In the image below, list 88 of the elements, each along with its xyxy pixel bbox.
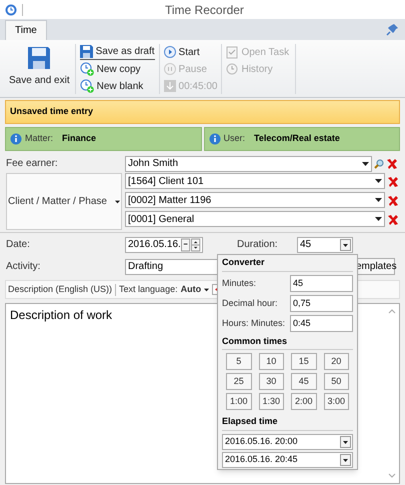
input-field[interactable]: 0,75 — [290, 295, 353, 312]
client-matter-phase-button[interactable]: Client / Matter / Phase — [6, 173, 122, 230]
field-label: Duration: — [237, 238, 279, 252]
info-icon — [10, 133, 22, 145]
field-label: Text language: — [119, 282, 178, 296]
caret-icon — [340, 454, 351, 466]
delete-icon — [387, 194, 398, 206]
field-label: Date: — [5, 238, 31, 252]
dropdown-field[interactable]: [1564] Client 101 — [125, 173, 385, 189]
dropdown-field[interactable]: [0001] General — [125, 211, 385, 227]
field-label: Activity: — [5, 260, 42, 274]
caret-icon — [114, 200, 120, 204]
time-button[interactable]: 45 — [291, 373, 316, 390]
ribbon-button[interactable]: Save and exit — [8, 44, 71, 88]
field-label: Fee earner: — [5, 157, 59, 171]
field-label: Hours: Minutes: — [222, 316, 286, 330]
ribbon-tab[interactable]: Time — [5, 20, 47, 40]
datetime-dropdown[interactable]: 2016.05.16. 20:00 — [222, 434, 353, 450]
caret-icon — [375, 198, 382, 202]
history-icon — [226, 63, 238, 75]
field-value: 0:45 — [293, 316, 311, 330]
ribbon-button[interactable]: Start — [164, 44, 218, 60]
duration-field[interactable]: 45 — [297, 236, 353, 252]
time-button[interactable]: 50 — [324, 373, 349, 390]
section-title: Common times — [222, 334, 353, 350]
floppy-icon — [80, 45, 93, 58]
pin-icon — [386, 23, 399, 36]
info-value: Telecom/Real estate — [254, 132, 340, 146]
input-field[interactable]: 0:45 — [290, 315, 353, 332]
datetime-dropdown[interactable]: 2016.05.16. 20:45 — [222, 452, 353, 468]
field-value: 45 — [293, 276, 304, 290]
time-button[interactable]: 2:00 — [291, 393, 316, 410]
dropdown-field[interactable]: [0002] Matter 1196 — [125, 192, 385, 208]
info-value: Finance — [62, 132, 96, 146]
time-button[interactable]: 30 — [258, 373, 284, 390]
field-value: John Smith — [128, 157, 178, 171]
clock-icon — [5, 4, 17, 16]
field-value: 2016.05.16. 20:00 — [225, 434, 298, 448]
caret-icon — [340, 238, 351, 250]
delete-icon — [386, 158, 397, 169]
play-icon — [164, 46, 176, 58]
caret-icon — [204, 288, 210, 292]
search-icon — [374, 158, 384, 168]
clock-plus-icon — [80, 62, 94, 76]
time-button[interactable]: 15 — [291, 353, 316, 370]
time-button[interactable]: 1:30 — [258, 393, 284, 410]
field-value: 45 — [300, 238, 312, 252]
ribbon-button[interactable]: New blank — [80, 78, 155, 94]
section-title: Elapsed time — [222, 415, 353, 430]
time-button[interactable]: 5 — [226, 353, 252, 370]
ribbon-button[interactable]: New copy — [80, 61, 155, 77]
field-value: [0001] General — [128, 212, 194, 226]
field-value: 2016.05.16. 20:45 — [225, 452, 298, 466]
delete-icon — [387, 214, 398, 224]
time-button[interactable]: 10 — [258, 353, 284, 370]
checklist-icon — [226, 46, 238, 58]
caret-icon — [340, 436, 351, 448]
language-dropdown[interactable]: Auto — [180, 282, 210, 296]
input-field[interactable]: 45 — [290, 275, 353, 292]
window-title: Time Recorder — [165, 2, 244, 18]
clock-plus-icon — [80, 79, 94, 93]
time-button[interactable]: 20 — [324, 353, 349, 370]
field-label: Minutes: — [222, 276, 258, 290]
field-value: 2016.05.16. — [128, 238, 181, 252]
dropdown-field[interactable]: John Smith — [125, 156, 372, 172]
time-button[interactable]: 1:00 — [226, 393, 252, 410]
description-title: Description (English (US)) — [8, 282, 112, 296]
field-value: Description of work — [10, 307, 112, 324]
field-value: [1564] Client 101 — [128, 174, 204, 188]
field-value: [0002] Matter 1196 — [128, 194, 212, 208]
dropdown-spinner-icon — [180, 238, 201, 252]
ribbon-button[interactable]: Save as draft — [80, 44, 155, 60]
field-value: Drafting — [128, 260, 164, 274]
caret-icon — [362, 162, 369, 166]
download-icon — [164, 80, 176, 92]
section-title: Converter — [222, 256, 353, 272]
warning-banner: Unsaved time entry — [5, 100, 400, 124]
info-label: Matter: — [25, 132, 54, 146]
floppy-icon — [27, 46, 52, 70]
info-label: User: — [224, 132, 246, 146]
caret-icon — [375, 217, 382, 221]
pause-icon — [164, 63, 176, 75]
date-field[interactable]: 2016.05.16. — [125, 236, 203, 252]
caret-icon — [375, 179, 382, 183]
info-icon — [208, 133, 220, 145]
delete-icon — [387, 176, 398, 186]
time-button[interactable]: 3:00 — [324, 393, 349, 410]
time-button[interactable]: 25 — [226, 373, 252, 390]
